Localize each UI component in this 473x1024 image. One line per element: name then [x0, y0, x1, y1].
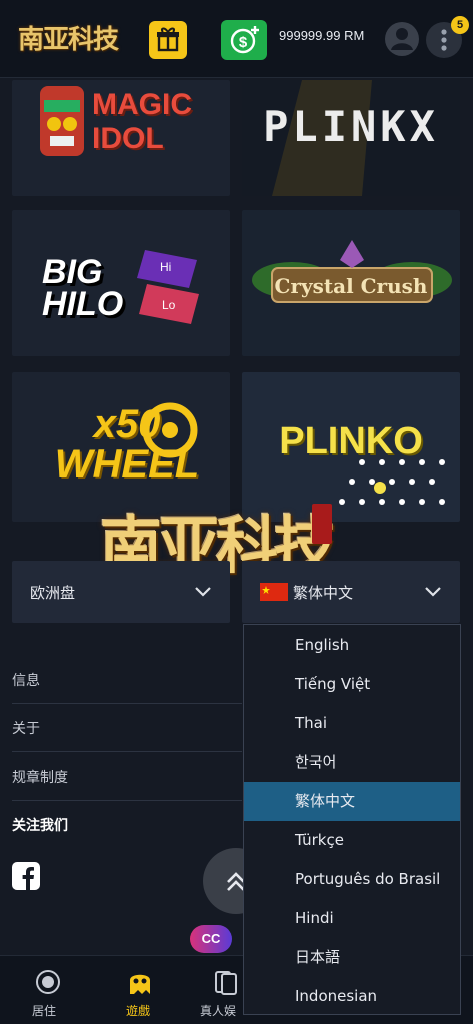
- game-title: PLINKO: [279, 420, 423, 462]
- footer-link-info[interactable]: 信息: [12, 670, 40, 690]
- game-tile-magic-idol[interactable]: MAGIC IDOL: [12, 80, 230, 196]
- hi-label: Hi: [160, 260, 172, 274]
- lo-label: Lo: [162, 298, 176, 312]
- cc-badge-text: CC: [201, 931, 221, 946]
- follow-us-heading: 关注我们: [12, 818, 68, 834]
- game-tile-x50-wheel[interactable]: x50 WHEEL: [12, 372, 230, 522]
- divider: [12, 703, 242, 704]
- cash-plus-icon: $: [230, 26, 259, 54]
- playing-cards-icon: [215, 971, 237, 995]
- language-option-selected[interactable]: 繁体中文: [244, 782, 460, 821]
- top-header: 南亚科技 $ 999999.99 RM 5: [0, 0, 473, 78]
- cc-badge: CC: [190, 925, 232, 953]
- game-tile-plinkx[interactable]: PLINKX: [242, 80, 460, 196]
- live-record-icon: [36, 970, 60, 994]
- odds-format-select[interactable]: 欧洲盘: [12, 561, 230, 623]
- gift-button[interactable]: [149, 21, 187, 59]
- language-option[interactable]: Tiếng Việt: [244, 665, 460, 704]
- language-option[interactable]: Türkçe: [244, 821, 460, 860]
- nav-item-games[interactable]: 遊戲: [110, 956, 170, 1024]
- footer-link-about[interactable]: 关于: [12, 718, 40, 738]
- hilo-badge-graphic: [137, 250, 199, 324]
- language-option[interactable]: Thai: [244, 704, 460, 743]
- language-option[interactable]: Português do Brasil: [244, 860, 460, 899]
- china-flag-icon: [260, 583, 288, 601]
- nav-label: 居住: [32, 1004, 57, 1018]
- deposit-button[interactable]: $: [221, 20, 267, 60]
- language-select[interactable]: 繁体中文: [242, 561, 460, 623]
- nav-item-casino[interactable]: 真人娱: [190, 956, 250, 1024]
- facebook-icon[interactable]: [12, 862, 40, 890]
- ghost-game-icon: [130, 974, 150, 994]
- game-title: PLINKX: [263, 102, 439, 151]
- language-option[interactable]: Indonesian: [244, 977, 460, 1016]
- language-dropdown-menu: English Tiếng Việt Thai 한국어 繁体中文 Türkçe …: [243, 624, 461, 1015]
- divider: [12, 800, 242, 801]
- nav-item-live[interactable]: 居住: [20, 956, 80, 1024]
- game-title: MAGIC IDOL: [92, 88, 192, 155]
- language-option[interactable]: English: [244, 626, 460, 665]
- game-tile-crystal-crush[interactable]: Crystal Crush: [242, 210, 460, 356]
- chevron-down-icon: [195, 587, 211, 597]
- notification-badge: 5: [451, 16, 469, 34]
- game-title: Crystal Crush: [274, 274, 428, 298]
- game-tile-big-hilo[interactable]: BIG HILO Hi Lo: [12, 210, 230, 356]
- divider: [12, 751, 242, 752]
- nav-label: 真人娱: [200, 1004, 237, 1018]
- logo-seal-stamp: [312, 504, 332, 544]
- user-avatar-icon: [385, 22, 419, 56]
- language-option[interactable]: 日本語: [244, 938, 460, 977]
- odds-format-value: 欧洲盘: [30, 584, 76, 602]
- wheel-icon: [142, 402, 198, 458]
- game-title: BIG HILO: [42, 253, 124, 323]
- language-value: 繁体中文: [293, 584, 354, 602]
- wallet-balance: 999999.99 RM: [279, 28, 365, 43]
- language-option[interactable]: Hindi: [244, 899, 460, 938]
- language-option[interactable]: 한국어: [244, 743, 460, 782]
- svg-text:$: $: [239, 34, 248, 51]
- nav-label: 遊戲: [126, 1004, 151, 1018]
- footer-link-rules[interactable]: 规章制度: [12, 767, 68, 787]
- game-tile-plinko[interactable]: PLINKO: [242, 372, 460, 522]
- gift-icon: [157, 27, 179, 52]
- profile-button[interactable]: [383, 20, 421, 58]
- brand-logo[interactable]: 南亚科技: [18, 20, 119, 60]
- chevron-down-icon: [425, 587, 441, 597]
